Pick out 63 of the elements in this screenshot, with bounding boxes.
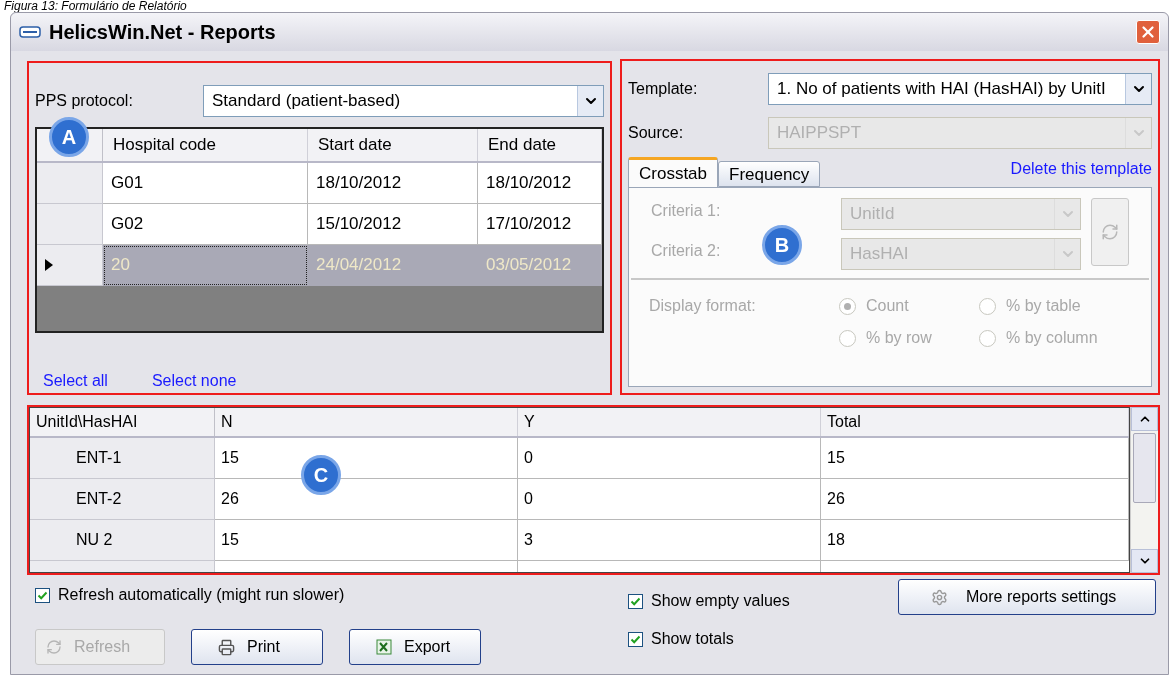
column-header[interactable]: Hospital code <box>103 129 308 161</box>
row-header: NU 2 <box>30 520 215 561</box>
criteria-label: Criteria 1: <box>651 201 721 221</box>
table-cell: 3 <box>518 520 821 561</box>
table-cell: 0 <box>518 438 821 479</box>
callout-marker: A <box>49 117 89 157</box>
scroll-down-icon[interactable] <box>1131 549 1158 573</box>
table-row[interactable]: G02 15/10/2012 17/10/2012 <box>37 204 602 245</box>
radio-label: Count <box>866 296 909 316</box>
select-link[interactable]: Select all <box>43 369 108 393</box>
table-cell: 15 <box>821 438 1129 479</box>
gear-icon <box>931 588 948 606</box>
source-label: Source: <box>628 123 685 143</box>
window-title: HelicsWin.Net - Reports <box>49 20 277 45</box>
app-icon <box>19 25 41 39</box>
column-header[interactable]: N <box>215 408 518 436</box>
table-cell: 03/05/2012 <box>478 245 602 286</box>
close-icon <box>1139 23 1157 41</box>
swap-icon <box>1101 223 1119 241</box>
row-header: ENT-1 <box>30 438 215 479</box>
checkbox-label: Show empty values <box>651 591 790 611</box>
checkbox[interactable] <box>35 587 50 603</box>
scroll-thumb[interactable] <box>1133 433 1156 503</box>
vertical-scrollbar[interactable] <box>1130 407 1158 573</box>
column-header[interactable]: Total <box>821 408 1129 436</box>
select-link[interactable]: Select none <box>151 369 237 393</box>
row-header: ENT-2 <box>30 479 215 520</box>
more-settings-button[interactable]: More reports settings <box>898 579 1156 615</box>
checkbox-label: Refresh automatically (might run slower) <box>58 585 345 605</box>
table-cell: 24/04/2012 <box>308 245 478 286</box>
checkbox-label: Show totals <box>651 629 734 649</box>
checkbox[interactable] <box>628 631 643 647</box>
protocol-label: PPS protocol: <box>35 91 134 111</box>
figure-caption: Figura 13: Formulário de Relatório <box>4 0 187 12</box>
radio-label: % by row <box>866 328 932 348</box>
table-cell: 26 <box>821 479 1129 520</box>
corner-header: UnitId\HasHAI <box>30 408 215 436</box>
column-header[interactable]: Start date <box>308 129 478 161</box>
table-cell: 0 <box>518 479 821 520</box>
criteria-label: Criteria 2: <box>651 241 721 261</box>
table-row[interactable]: G01 18/10/2012 18/10/2012 <box>37 163 602 204</box>
table-cell: 18 <box>821 520 1129 561</box>
template-label: Template: <box>628 79 699 99</box>
display-format-label: Display format: <box>649 296 757 316</box>
row-header[interactable] <box>37 204 103 245</box>
column-header[interactable]: End date <box>478 129 602 161</box>
radio-label: % by column <box>1006 328 1098 348</box>
refresh-icon <box>46 639 62 655</box>
radio-label: % by table <box>1006 296 1081 316</box>
row-pointer-icon <box>45 259 53 271</box>
export-button[interactable]: Export <box>349 629 481 665</box>
checkbox[interactable] <box>628 593 643 609</box>
printer-icon <box>218 638 235 656</box>
row-header[interactable] <box>37 245 103 286</box>
print-button[interactable]: Print <box>191 629 323 665</box>
close-button[interactable] <box>1136 20 1160 44</box>
spreadsheet-icon <box>376 639 392 655</box>
row-header[interactable] <box>37 163 103 204</box>
table-cell: 15 <box>215 520 518 561</box>
protocol-dropdown[interactable]: Standard (patient-based) <box>203 85 604 117</box>
scroll-up-icon[interactable] <box>1131 407 1158 431</box>
column-header[interactable]: Y <box>518 408 821 436</box>
table-cell: 20 <box>103 245 308 286</box>
